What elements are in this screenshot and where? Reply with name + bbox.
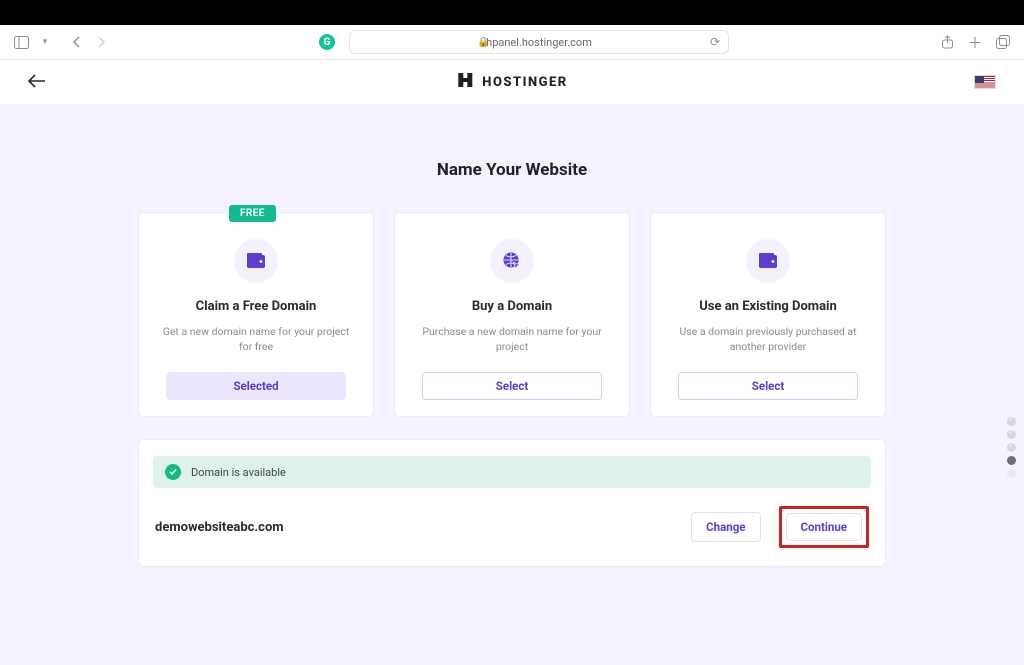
top-system-bar [0,0,1024,25]
domain-name: demowebsiteabc.com [155,520,284,535]
refresh-icon[interactable]: ⟳ [710,35,720,49]
step-dot-done [1007,443,1016,452]
step-dot-done [1007,430,1016,439]
card-claim-free-domain: FREE Claim a Free Domain Get a new domai… [138,212,374,417]
sidebar-toggle-icon[interactable] [12,33,30,51]
free-badge: FREE [229,205,276,222]
address-bar[interactable]: 🔒 hpanel.hostinger.com ⟳ [349,30,729,54]
card-title: Use an Existing Domain [699,299,837,314]
availability-banner: Domain is available [153,456,871,488]
globe-cursor-icon [490,239,534,283]
url-text: hpanel.hostinger.com [486,36,592,49]
card-title: Buy a Domain [472,299,552,314]
domain-availability-panel: Domain is available demowebsiteabc.com C… [138,439,886,567]
brand-logo: HOSTINGER [456,71,567,93]
card-existing-domain: Use an Existing Domain Use a domain prev… [650,212,886,417]
wallet-icon [746,239,790,283]
check-circle-icon [165,464,181,480]
availability-message: Domain is available [191,466,286,479]
continue-highlight-box: Continue [779,506,870,548]
chevron-down-icon[interactable]: ▾ [36,33,54,51]
step-dot-current [1007,456,1016,465]
card-desc: Purchase a new domain name for your proj… [409,324,615,356]
nav-back-icon[interactable] [68,33,86,51]
page-body: Name Your Website FREE Claim a Free Doma… [0,105,1024,665]
back-arrow-icon[interactable] [28,72,46,93]
card-desc: Get a new domain name for your project f… [153,324,359,356]
card-title: Claim a Free Domain [196,299,317,314]
domain-option-cards: FREE Claim a Free Domain Get a new domai… [0,212,1024,417]
grammarly-icon[interactable]: G [319,34,335,50]
share-icon[interactable] [938,33,956,51]
usa-flag-icon[interactable] [974,75,996,89]
card-buy-domain: Buy a Domain Purchase a new domain name … [394,212,630,417]
browser-chrome: ▾ G 🔒 hpanel.hostinger.com ⟳ ＋ [0,25,1024,60]
wallet-icon [234,239,278,283]
step-dot-done [1007,417,1016,426]
step-dot-future [1007,469,1016,478]
page-title: Name Your Website [0,160,1024,180]
selected-button[interactable]: Selected [166,372,346,400]
wizard-progress-dots [1007,417,1016,478]
select-button[interactable]: Select [678,372,858,400]
app-header: HOSTINGER [0,60,1024,105]
card-desc: Use a domain previously purchased at ano… [665,324,871,356]
lock-icon: 🔒 [477,37,489,48]
nav-forward-icon[interactable] [92,33,110,51]
change-button[interactable]: Change [691,512,760,542]
brand-name: HOSTINGER [482,75,567,90]
new-tab-icon[interactable]: ＋ [966,33,984,51]
continue-button[interactable]: Continue [786,513,863,541]
tabs-icon[interactable] [994,33,1012,51]
select-button[interactable]: Select [422,372,602,400]
brand-mark-icon [456,71,474,93]
